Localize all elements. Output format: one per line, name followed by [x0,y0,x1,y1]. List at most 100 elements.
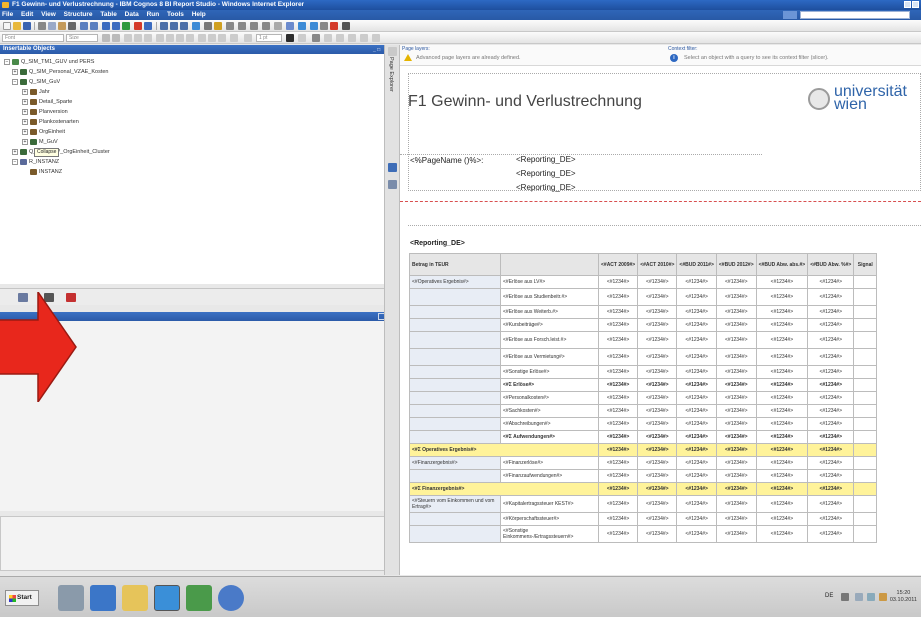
value-cell[interactable]: <#1234#> [807,417,855,431]
forward-icon[interactable] [170,22,178,30]
value-cell[interactable]: <#1234#> [637,275,678,289]
page-explorer-tab[interactable]: Page Explorer [388,57,394,92]
row-group-label[interactable] [409,512,501,526]
row-label[interactable]: <#Erlöse aus Studienbeitr.#> [500,288,599,306]
row-label[interactable]: <#Erlöse aus LV#> [500,275,599,289]
value-cell[interactable]: <#1234#> [637,348,678,366]
row-group-label[interactable] [409,469,501,483]
signal-cell[interactable] [853,525,878,543]
value-cell[interactable]: <#1234#> [715,391,757,405]
value-cell[interactable]: <#1234#> [715,305,757,319]
build-prompt-icon[interactable] [112,22,120,30]
value-cell[interactable]: <#1234#> [597,525,639,543]
row-label[interactable]: <#Σ Erlöse#> [500,378,599,392]
align-right-icon[interactable] [176,34,184,42]
value-cell[interactable]: <#1234#> [597,348,639,366]
value-cell[interactable]: <#1234#> [807,430,855,444]
tree-item[interactable]: − Q_SIM_TM1_GUV und PERS [4,58,94,67]
row-group-label[interactable] [409,417,501,431]
value-cell[interactable]: <#1234#> [597,318,639,332]
section-icon[interactable] [286,22,294,30]
value-cell[interactable]: <#1234#> [715,512,757,526]
value-cell[interactable]: <#1234#> [715,482,757,496]
help-icon[interactable] [342,22,350,30]
language-indicator[interactable]: DE [825,593,833,599]
underline-color-icon[interactable] [102,34,110,42]
lock-icon[interactable] [330,22,338,30]
value-cell[interactable]: <#1234#> [715,365,757,379]
value-cell[interactable]: <#1234#> [676,525,717,543]
value-cell[interactable]: <#1234#> [715,525,757,543]
column-header[interactable]: <#ACT 2009#> [597,253,639,276]
row-label[interactable]: <#Kapitalertragssteuer KEST#> [500,495,599,513]
value-cell[interactable]: <#1234#> [637,305,678,319]
redo-icon[interactable] [90,22,98,30]
column-header[interactable]: <#BUD Abw. %#> [807,253,855,276]
value-cell[interactable]: <#1234#> [807,456,855,470]
row-group-label[interactable] [409,288,501,306]
value-cell[interactable]: <#1234#> [755,469,809,483]
flag-tray-icon[interactable] [879,593,887,601]
menu-help[interactable]: Help [192,11,206,18]
app-grid-icon[interactable] [186,585,212,611]
value-cell[interactable]: <#1234#> [637,495,678,513]
layout-icon[interactable] [298,22,306,30]
value-cell[interactable]: <#1234#> [807,404,855,418]
row-label[interactable]: <#Σ Aufwendungen#> [500,430,599,444]
value-cell[interactable]: <#1234#> [755,512,809,526]
value-cell[interactable]: <#1234#> [755,318,809,332]
page-name-expression[interactable]: <%PageName ()%>: [410,156,510,165]
column-header[interactable]: <#ACT 2010#> [637,253,678,276]
value-cell[interactable]: <#1234#> [715,378,757,392]
university-logo[interactable]: universität wien [808,84,916,114]
font-select[interactable]: Font [2,34,64,42]
value-cell[interactable]: <#1234#> [755,443,809,457]
value-cell[interactable]: <#1234#> [715,275,757,289]
network-icon[interactable] [855,593,863,601]
value-cell[interactable]: <#1234#> [755,430,809,444]
tray-arrow-icon[interactable] [841,593,849,601]
row-group-label[interactable] [409,378,501,392]
column-header[interactable]: Signal [853,253,878,276]
value-cell[interactable]: <#1234#> [597,404,639,418]
row-label[interactable]: <#Erlöse aus Vermietung#> [500,348,599,366]
value-cell[interactable]: <#1234#> [597,417,639,431]
style-icon[interactable] [372,34,380,42]
value-cell[interactable]: <#1234#> [676,482,717,496]
value-cell[interactable]: <#1234#> [807,525,855,543]
value-cell[interactable]: <#1234#> [637,525,678,543]
line-style-icon[interactable] [244,34,252,42]
value-cell[interactable]: <#1234#> [807,365,855,379]
tree-item[interactable]: + Plankostenarten [22,118,79,127]
tree-item[interactable]: + Planversion [22,108,68,117]
bold-icon[interactable] [124,34,132,42]
explorer-icon-2[interactable] [388,180,397,189]
properties-icon[interactable] [134,22,142,30]
value-cell[interactable]: <#1234#> [715,404,757,418]
value-cell[interactable]: <#1234#> [676,365,717,379]
cognos-icon[interactable] [218,585,244,611]
tree-item[interactable]: + Q_SIM_Personal_VZAE_Kosten [12,68,109,77]
header-reporting-2[interactable]: <Reporting_DE> [516,169,576,178]
column-header[interactable]: <#BUD 2012#> [715,253,757,276]
value-cell[interactable]: <#1234#> [676,417,717,431]
row-group-label[interactable] [409,430,501,444]
row-label[interactable]: <#Erlöse aus Weiterb.#> [500,305,599,319]
tree-item[interactable]: − Q_SIM_GuV [12,78,60,87]
value-cell[interactable]: <#1234#> [807,378,855,392]
row-group-label[interactable] [409,331,501,349]
column-header[interactable]: Betrag in TEUR [409,253,501,276]
value-cell[interactable]: <#1234#> [597,365,639,379]
signal-cell[interactable] [853,430,878,444]
value-cell[interactable]: <#1234#> [755,456,809,470]
ie-search-box[interactable] [800,11,910,19]
explorer-folder-icon[interactable] [122,585,148,611]
header-reporting-1[interactable]: <Reporting_DE> [516,155,576,164]
value-cell[interactable]: <#1234#> [676,512,717,526]
filter-icon[interactable] [204,22,212,30]
signal-cell[interactable] [853,318,878,332]
menu-data[interactable]: Data [125,11,139,18]
value-cell[interactable]: <#1234#> [637,391,678,405]
value-cell[interactable]: <#1234#> [715,417,757,431]
value-cell[interactable]: <#1234#> [676,275,717,289]
